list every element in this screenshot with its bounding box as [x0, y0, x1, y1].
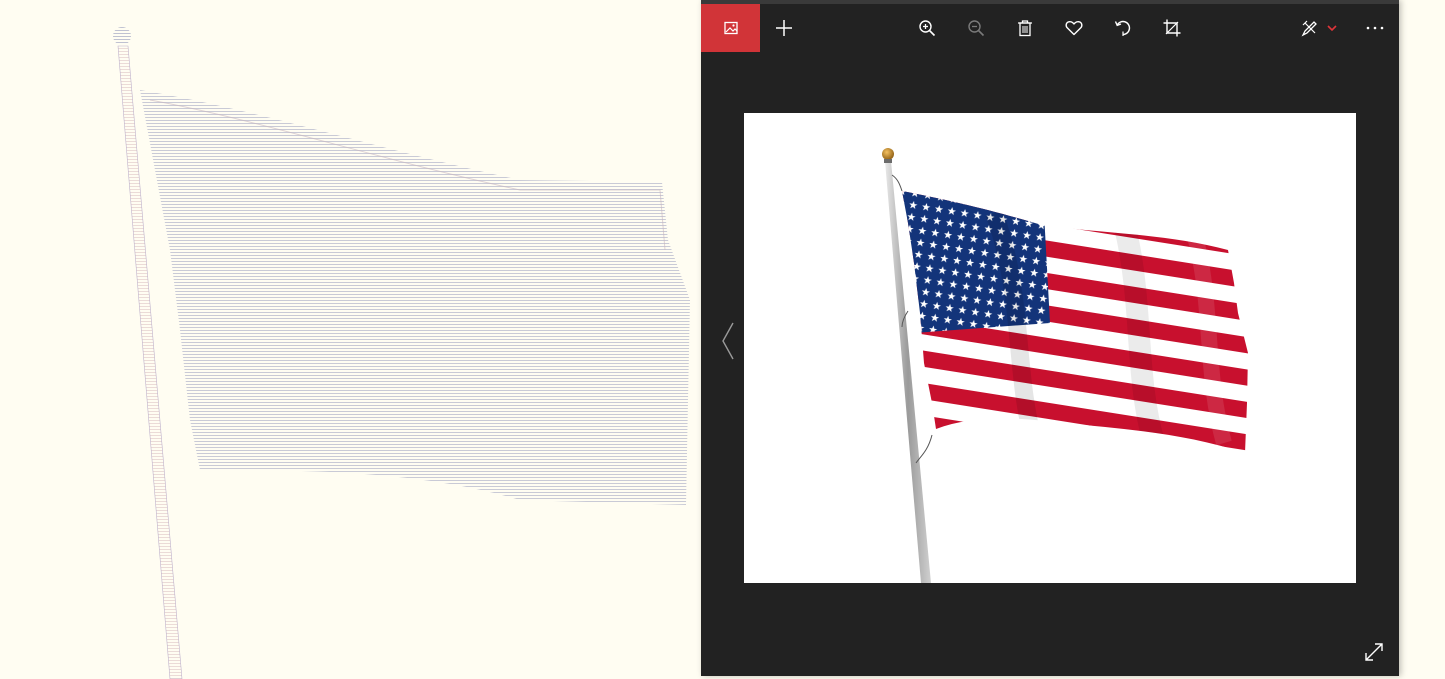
trash-icon: [1018, 20, 1032, 37]
plus-icon: [776, 20, 792, 36]
viewer-toolbar: [701, 4, 1399, 52]
photos-app-button[interactable]: [701, 4, 760, 52]
favorite-button[interactable]: [1052, 4, 1096, 52]
more-options-button[interactable]: [1353, 4, 1397, 52]
photo-viewer-window: [701, 0, 1399, 676]
chevron-down-icon: [1327, 25, 1337, 32]
edit-pen-icon: [1301, 20, 1317, 37]
sketch-flag-image: [113, 27, 690, 679]
chevron-left-icon: [722, 322, 734, 360]
zoom-out-button[interactable]: [954, 4, 998, 52]
add-to-button[interactable]: [762, 4, 806, 52]
crop-icon: [1163, 19, 1181, 37]
zoom-in-icon: [919, 20, 936, 37]
heart-icon: [1065, 20, 1083, 36]
sketch-flag-cloth: [140, 90, 690, 505]
rotate-button[interactable]: [1101, 4, 1145, 52]
photos-app-icon: [723, 21, 738, 35]
zoom-out-icon: [968, 20, 985, 37]
american-flag-photo: [882, 148, 1248, 583]
zoom-in-button[interactable]: [905, 4, 949, 52]
fullscreen-button[interactable]: [1359, 637, 1389, 667]
edit-draw-button[interactable]: [1291, 4, 1347, 52]
crop-button[interactable]: [1150, 4, 1194, 52]
more-icon: [1366, 26, 1384, 30]
previous-photo-button[interactable]: [713, 319, 743, 363]
photo-display: [744, 113, 1356, 583]
expand-icon: [1365, 643, 1383, 661]
rotate-icon: [1114, 20, 1131, 36]
delete-button[interactable]: [1003, 4, 1047, 52]
